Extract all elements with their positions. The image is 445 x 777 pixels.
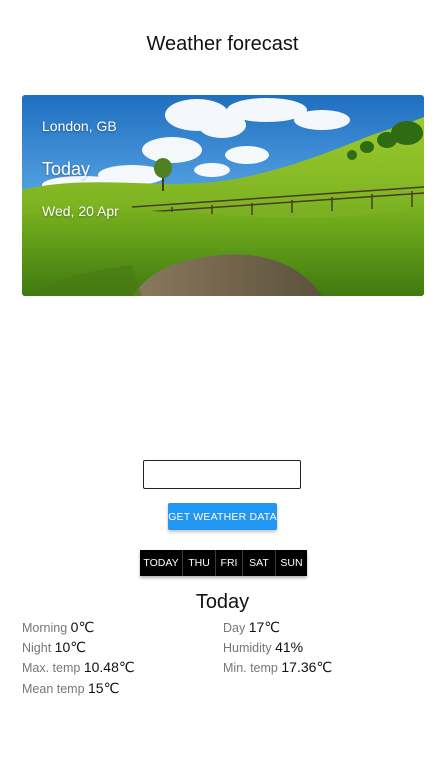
city-search-input[interactable]: [143, 460, 301, 489]
day-temp-label: Day: [223, 621, 246, 635]
humidity-value: 41%: [275, 639, 304, 655]
day-temp-stat: Day 17℃: [223, 619, 280, 636]
max-temp-stat: Max. temp 10.48℃: [22, 659, 135, 676]
forecast-day-tabs: TODAY THU FRI SAT SUN: [140, 550, 307, 576]
tab-today[interactable]: TODAY: [140, 550, 183, 576]
night-label: Night: [22, 641, 52, 655]
tab-fri[interactable]: FRI: [216, 550, 243, 576]
day-label: Today: [42, 159, 91, 179]
day-temp-value: 17℃: [248, 619, 281, 635]
mean-temp-label: Mean temp: [22, 682, 85, 696]
tab-thu[interactable]: THU: [183, 550, 216, 576]
date-label: Wed, 20 Apr: [42, 203, 119, 219]
morning-value: 0℃: [70, 619, 95, 635]
min-temp-label: Min. temp: [223, 661, 278, 675]
page-title: Weather forecast: [146, 33, 299, 55]
min-temp-value: 17.36℃: [281, 659, 333, 675]
min-temp-stat: Min. temp 17.36℃: [223, 659, 332, 676]
get-weather-data-button[interactable]: GET WEATHER DATA: [168, 503, 277, 530]
night-temp-stat: Night 10℃: [22, 639, 86, 656]
morning-label: Morning: [22, 621, 68, 635]
max-temp-value: 10.48℃: [83, 659, 135, 675]
humidity-stat: Humidity 41%: [223, 639, 303, 655]
tab-sun[interactable]: SUN: [276, 550, 307, 576]
mean-temp-value: 15℃: [88, 680, 120, 696]
night-value: 10℃: [54, 639, 86, 655]
max-temp-label: Max. temp: [22, 661, 81, 675]
location-label: London, GB: [42, 118, 117, 134]
weather-hero-card: London, GB Today Wed, 20 Apr: [22, 95, 424, 296]
morning-temp-stat: Morning 0℃: [22, 619, 94, 636]
forecast-section-title: Today: [195, 591, 250, 613]
tab-sat[interactable]: SAT: [243, 550, 276, 576]
humidity-label: Humidity: [223, 641, 272, 655]
mean-temp-stat: Mean temp 15℃: [22, 680, 119, 697]
